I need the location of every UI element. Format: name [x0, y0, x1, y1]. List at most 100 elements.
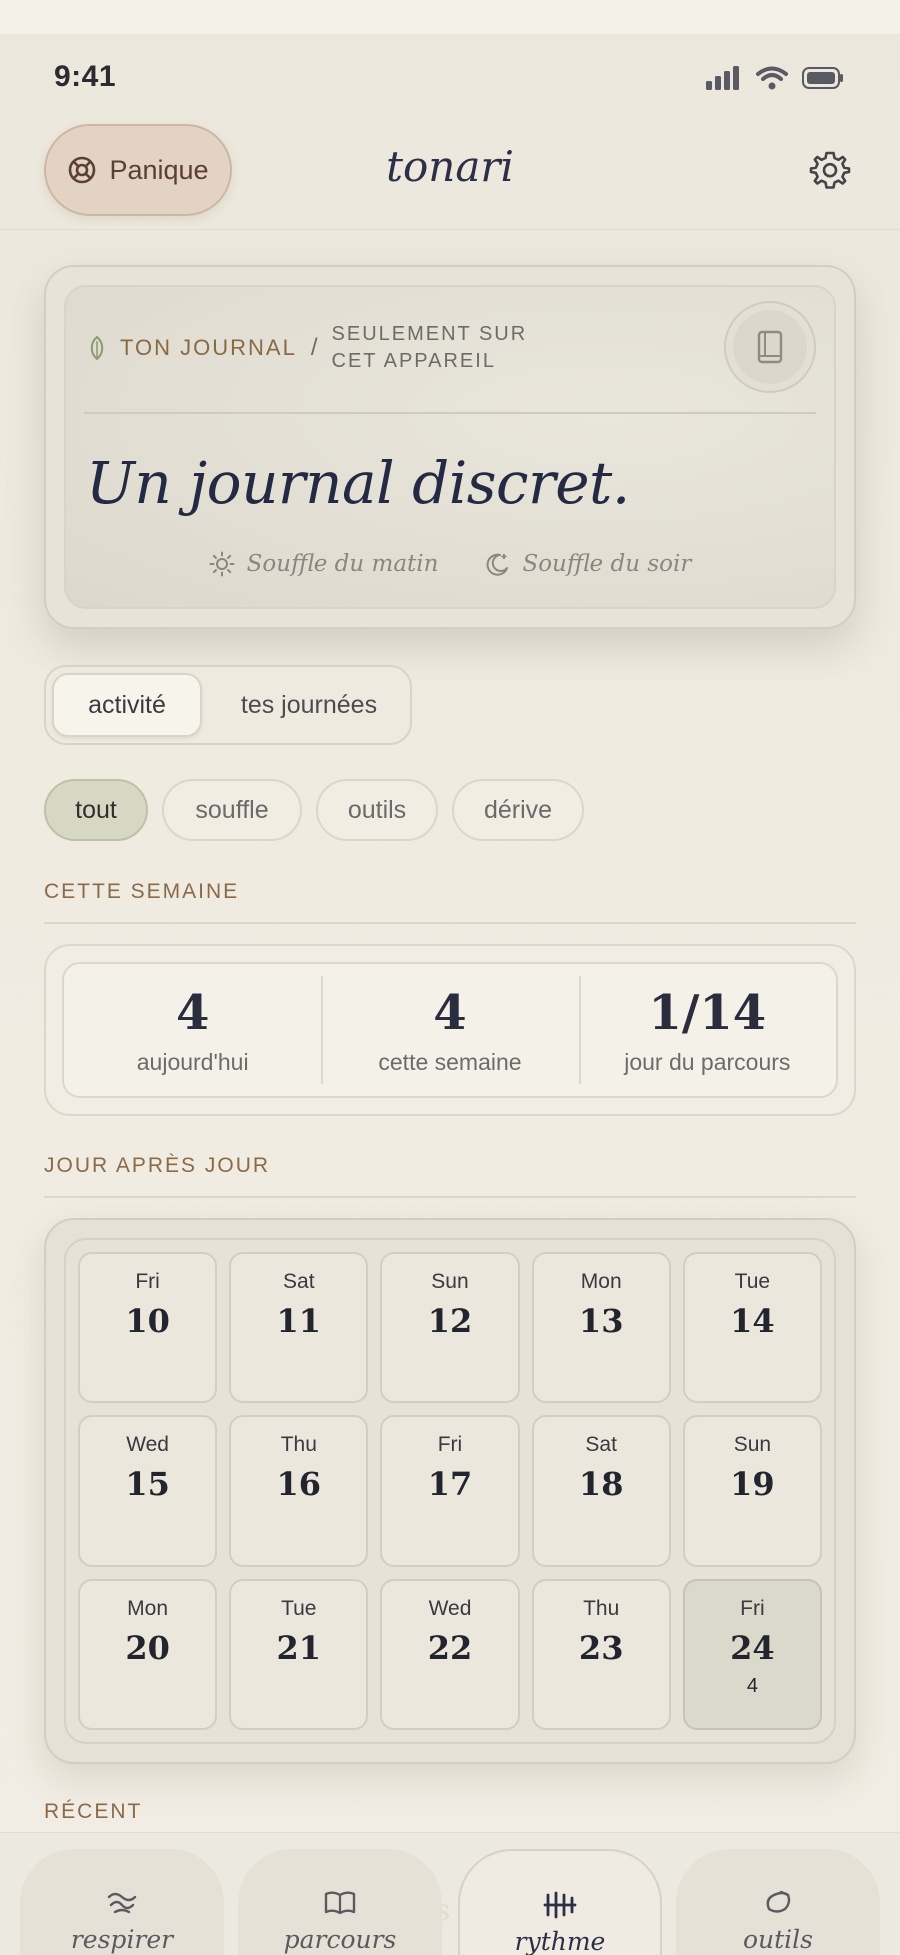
section-rule: [44, 1196, 856, 1198]
evening-breath-link[interactable]: Souffle du soir: [484, 551, 691, 577]
lifebuoy-icon: [69, 156, 96, 184]
stat-value: 4: [175, 984, 210, 1041]
calendar-day-name: Wed: [126, 1433, 169, 1457]
battery-icon: [802, 67, 843, 89]
journal-kicker: TON JOURNAL / SEULEMENT SUR CET APPAREIL: [88, 321, 562, 375]
stat-value: 1/14: [648, 984, 767, 1041]
settings-button[interactable]: [808, 148, 852, 192]
tab-journey[interactable]: parcours: [238, 1849, 442, 1955]
journal-tag: TON JOURNAL: [120, 335, 297, 360]
signal-icon: [706, 66, 739, 90]
tools-icon: [766, 1890, 791, 1913]
calendar-day[interactable]: Sat 18: [531, 1415, 671, 1567]
sun-icon: [209, 551, 235, 577]
tab-breathe[interactable]: respirer: [20, 1849, 224, 1955]
filter-chip-breath[interactable]: souffle: [162, 779, 302, 841]
calendar-day[interactable]: Fri 17: [380, 1415, 520, 1567]
journal-open-button[interactable]: [724, 301, 816, 393]
calendar-day-number: 10: [125, 1302, 170, 1340]
calendar-day-number: 20: [125, 1628, 170, 1667]
tab-activity[interactable]: activité: [52, 673, 202, 737]
calendar-day-number: 18: [578, 1465, 624, 1504]
calendar-day-number: 21: [276, 1628, 322, 1667]
calendar-day[interactable]: Sun 12: [380, 1252, 520, 1404]
journal-divider: [84, 412, 816, 414]
status-icons: [706, 66, 844, 90]
tab-label: respirer: [70, 1925, 174, 1954]
leaf-icon: [90, 335, 104, 361]
top-strip: [0, 0, 900, 34]
tab-your-days[interactable]: tes journées: [216, 673, 402, 737]
journal-open-button-inner: [733, 310, 807, 384]
moon-icon: [487, 553, 509, 576]
calendar-day[interactable]: Tue 14: [682, 1252, 822, 1404]
breath-icon: [107, 1892, 137, 1914]
calendar-day-number: 16: [276, 1465, 322, 1504]
stat-value: 4: [433, 984, 467, 1041]
section-recent: RÉCENT: [44, 1800, 143, 1823]
wifi-icon: [756, 66, 788, 90]
calendar-day[interactable]: Fri 10: [78, 1252, 218, 1404]
journal-title: Un journal discret.: [86, 449, 630, 517]
calendar-day[interactable]: Mon 20: [78, 1578, 218, 1730]
calendar-day-number: 22: [427, 1628, 473, 1667]
calendar-day[interactable]: Fri 24 4: [682, 1578, 822, 1730]
calendar-day-number: 12: [427, 1302, 473, 1340]
calendar-day-number: 14: [730, 1302, 775, 1340]
calendar-day-name: Mon: [127, 1596, 169, 1620]
filter-chip-drift[interactable]: dérive: [452, 779, 584, 841]
calendar-day[interactable]: Thu 23: [531, 1578, 671, 1730]
calendar-day-name: Mon: [580, 1270, 622, 1293]
calendar-card: Fri 10 Sat 11 Sun 12 Mon 13 Tue 14 Wed 15 Thu 16 Fri 17…: [44, 1218, 856, 1764]
filter-chip-tools[interactable]: outils: [316, 779, 438, 841]
calendar-day[interactable]: Thu 16: [229, 1415, 369, 1567]
tab-label: rythme: [514, 1927, 606, 1955]
notebook-icon: [757, 330, 783, 364]
morning-breath-label: Souffle du matin: [246, 551, 439, 577]
morning-breath-link[interactable]: Souffle du matin: [209, 551, 439, 577]
tab-rhythm[interactable]: rythme: [458, 1849, 662, 1955]
filter-chip-all[interactable]: tout: [44, 779, 148, 841]
filter-chips: tout souffle outils dérive: [44, 779, 584, 841]
calendar-day-name: Thu: [280, 1433, 317, 1457]
view-toggle: activité tes journées: [44, 665, 412, 745]
bottom-tab-bar: Dérive vers le sommeil respirer parcours…: [0, 1832, 900, 1955]
weekly-stats-card: 4 aujourd'hui 4 cette semaine 1/14 jour …: [44, 944, 856, 1116]
weekly-stats-inner: 4 aujourd'hui 4 cette semaine 1/14 jour …: [62, 962, 838, 1098]
journal-separator: /: [310, 334, 318, 361]
calendar-day-number: 17: [427, 1465, 473, 1504]
calendar-day-name: Sat: [283, 1270, 315, 1293]
calendar-day[interactable]: Wed 15: [78, 1415, 218, 1567]
calendar-day-name: Tue: [281, 1596, 317, 1620]
status-time: 9:41: [54, 60, 117, 93]
stat-today: 4 aujourd'hui: [64, 964, 321, 1096]
calendar-day[interactable]: Sat 11: [229, 1252, 369, 1404]
section-this-week: CETTE SEMAINE: [44, 880, 240, 903]
stat-label: cette semaine: [378, 1048, 522, 1075]
evening-breath-label: Souffle du soir: [522, 551, 692, 577]
calendar-day-number: 24: [730, 1628, 775, 1667]
calendar-day[interactable]: Wed 22: [380, 1578, 520, 1730]
calendar-day-number: 15: [125, 1465, 170, 1504]
calendar-day-name: Fri: [437, 1433, 463, 1457]
calendar-day-name: Wed: [428, 1596, 472, 1620]
calendar-day[interactable]: Tue 21: [229, 1578, 369, 1730]
calendar-day-name: Fri: [135, 1270, 160, 1293]
calendar-day-number: 23: [578, 1628, 624, 1667]
calendar-day-name: Tue: [734, 1270, 771, 1293]
tab-label: parcours: [283, 1925, 397, 1954]
calendar-day[interactable]: Mon 13: [531, 1252, 671, 1404]
journal-card-inner: TON JOURNAL / SEULEMENT SUR CET APPAREIL…: [64, 285, 836, 609]
calendar-day-count: 4: [746, 1674, 758, 1697]
calendar-day-name: Thu: [583, 1596, 620, 1620]
journal-device-note: SEULEMENT SUR CET APPAREIL: [331, 323, 528, 372]
tab-tools[interactable]: outils: [676, 1849, 880, 1955]
panic-button[interactable]: Panique: [44, 124, 232, 216]
calendar-day-number: 11: [276, 1302, 322, 1340]
book-icon: [324, 1891, 356, 1915]
journal-card: TON JOURNAL / SEULEMENT SUR CET APPAREIL…: [44, 265, 856, 629]
calendar-day[interactable]: Sun 19: [682, 1415, 822, 1567]
calendar-day-name: Fri: [740, 1596, 765, 1620]
rhythm-icon: [543, 1891, 577, 1919]
stat-label: jour du parcours: [624, 1048, 791, 1075]
